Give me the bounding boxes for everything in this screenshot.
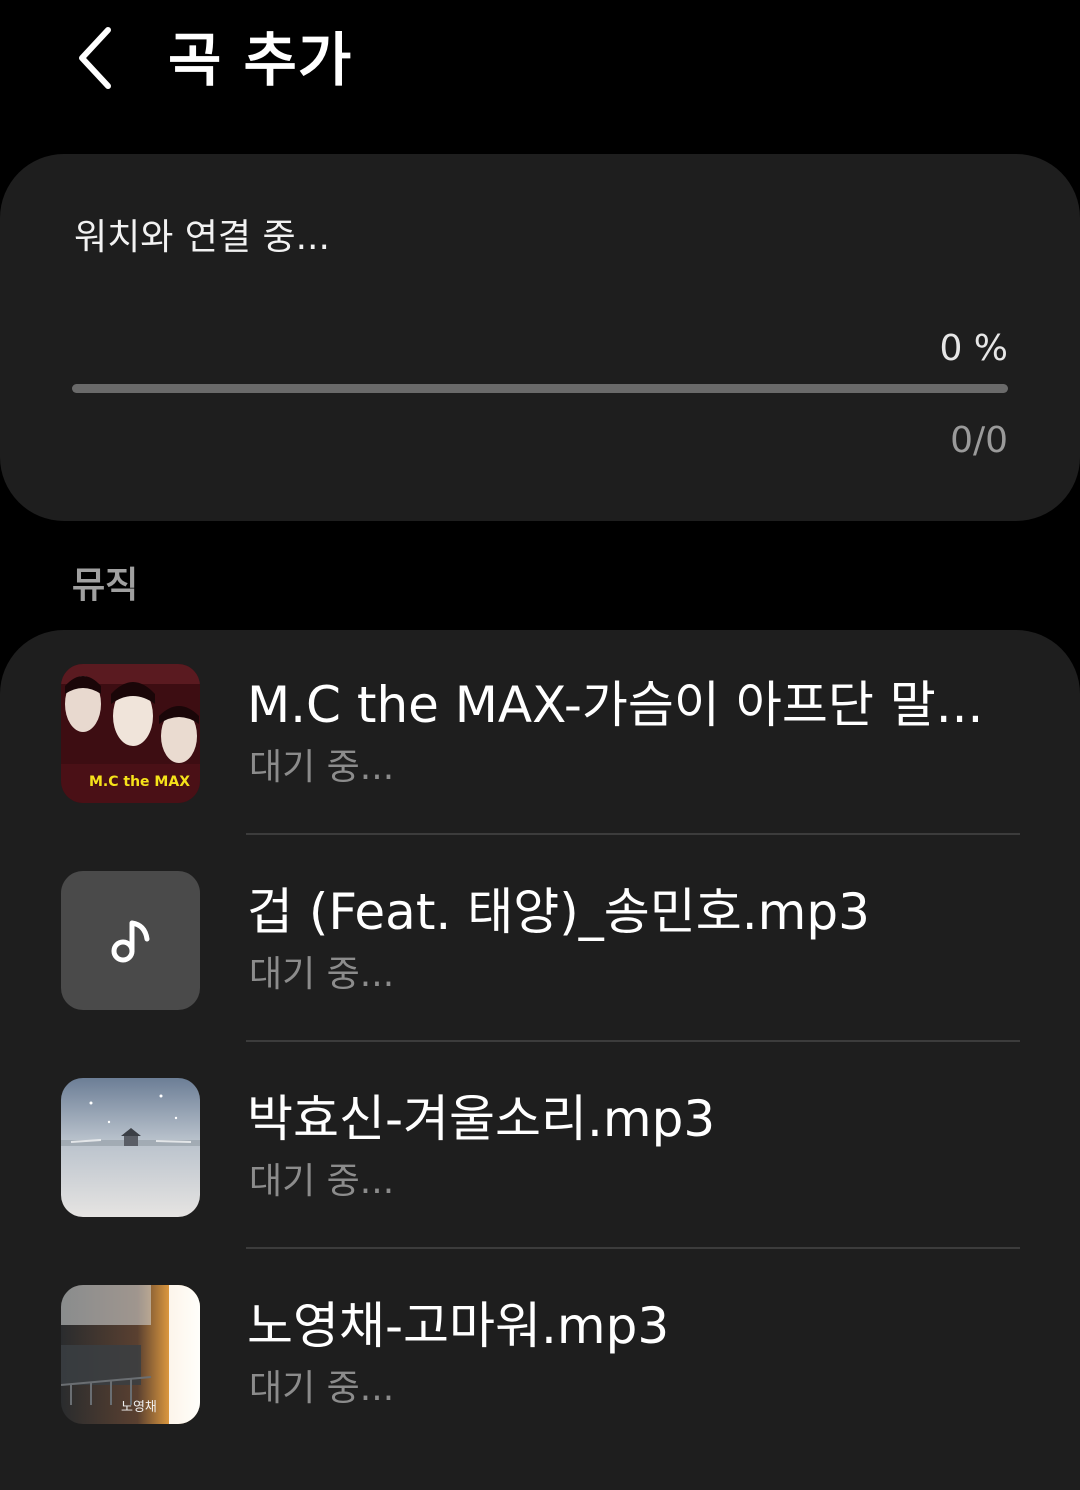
music-note-icon: [111, 920, 150, 963]
song-title: M.C the MAX-가슴이 아프단 말...: [247, 676, 984, 734]
album-art-sunset: 노영채: [61, 1285, 200, 1424]
back-button[interactable]: [56, 18, 136, 98]
section-header-music: 뮤직: [72, 565, 139, 606]
connection-status: 워치와 연결 중...: [74, 217, 330, 258]
song-row[interactable]: M.C the MAX M.C the MAX-가슴이 아프단 말... 대기 …: [0, 630, 1080, 837]
song-title: 박효신-겨울소리.mp3: [247, 1090, 716, 1148]
song-row[interactable]: 노영채 노영채-고마워.mp3 대기 중...: [0, 1251, 1080, 1458]
progress-percent: 0 %: [939, 328, 1008, 369]
song-status: 대기 중...: [249, 1161, 395, 1202]
album-art-caption: 노영채: [121, 1400, 157, 1415]
row-divider: [246, 1040, 1020, 1042]
transfer-progress-card: 워치와 연결 중... 0 % 0/0: [0, 154, 1080, 521]
chevron-left-icon: [79, 27, 111, 89]
song-row[interactable]: 겁 (Feat. 태양)_송민호.mp3 대기 중...: [0, 837, 1080, 1044]
song-list: M.C the MAX M.C the MAX-가슴이 아프단 말... 대기 …: [0, 630, 1080, 1490]
song-status: 대기 중...: [249, 1368, 395, 1409]
progress-bar: [72, 384, 1008, 393]
song-row[interactable]: 박효신-겨울소리.mp3 대기 중...: [0, 1044, 1080, 1251]
song-status: 대기 중...: [249, 954, 395, 995]
song-title: 노영채-고마워.mp3: [247, 1297, 670, 1355]
album-art-winter: [61, 1078, 200, 1217]
album-art-caption: M.C the MAX: [89, 774, 190, 790]
row-divider: [246, 1247, 1020, 1249]
row-divider: [246, 833, 1020, 835]
progress-count: 0/0: [950, 420, 1008, 461]
page-title: 곡 추가: [168, 26, 353, 94]
album-art-mc-the-max: M.C the MAX: [61, 664, 200, 803]
music-note-thumbnail: [61, 871, 200, 1010]
song-status: 대기 중...: [249, 747, 395, 788]
app-header: 곡 추가: [0, 0, 1080, 130]
song-title: 겁 (Feat. 태양)_송민호.mp3: [247, 883, 870, 941]
